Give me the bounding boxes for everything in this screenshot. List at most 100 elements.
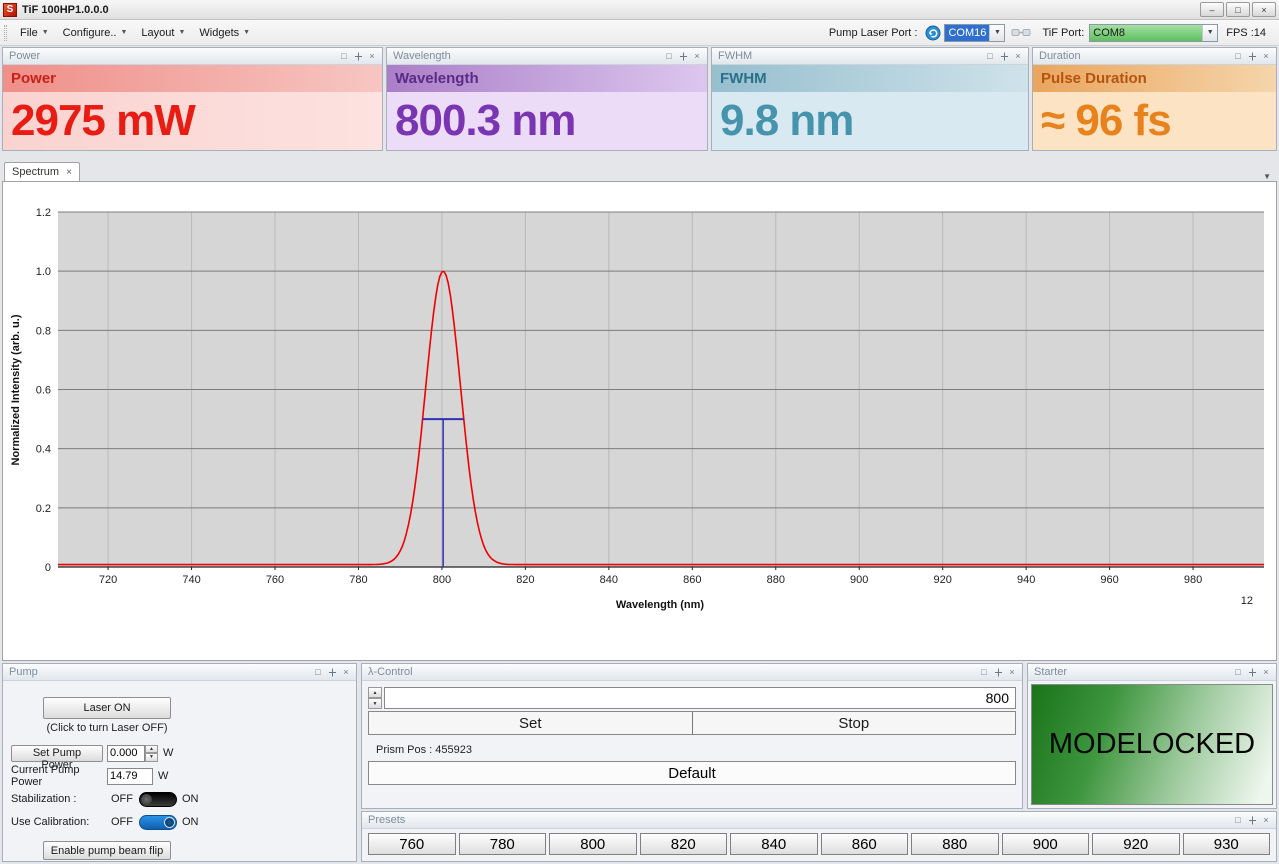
close-icon[interactable]: × [690, 49, 704, 63]
set-button[interactable]: Set [369, 712, 693, 734]
maximize-icon[interactable]: □ [1231, 813, 1245, 827]
power-value: 2975 mW [3, 92, 382, 150]
fwhm-header: FWHM [712, 65, 1028, 92]
menu-layout[interactable]: Layout▼ [134, 24, 192, 42]
close-icon[interactable]: × [365, 49, 379, 63]
minimize-icon[interactable]: – [1200, 2, 1224, 17]
panel-titlebar: Wavelength □ × [387, 48, 707, 65]
svg-text:0.8: 0.8 [36, 325, 51, 337]
default-button[interactable]: Default [368, 761, 1016, 785]
duration-value: ≈ 96 fs [1033, 92, 1276, 150]
close-icon[interactable]: × [1259, 813, 1273, 827]
pin-icon[interactable] [997, 49, 1011, 63]
menu-configure[interactable]: Configure..▼ [56, 24, 135, 42]
close-icon[interactable]: × [1259, 49, 1273, 63]
preset-button[interactable]: 840 [730, 833, 818, 855]
chevron-down-icon[interactable]: ▼ [989, 25, 1004, 41]
preset-button[interactable]: 880 [911, 833, 999, 855]
preset-button[interactable]: 900 [1002, 833, 1090, 855]
tif-port-combo[interactable]: COM8 ▼ [1089, 24, 1218, 42]
chevron-down-icon: ▼ [42, 29, 49, 36]
close-icon[interactable]: × [1259, 665, 1273, 679]
toggle-knob [141, 794, 152, 805]
panel-titlebar: Duration □ × [1033, 48, 1276, 65]
step-up-icon[interactable]: ▲ [145, 745, 158, 754]
step-down-icon[interactable]: ▼ [368, 698, 382, 709]
calibration-toggle[interactable] [139, 815, 177, 830]
panel-title: Presets [368, 814, 1231, 826]
tif-connect-icon[interactable] [1011, 26, 1031, 39]
stabilization-toggle[interactable] [139, 792, 177, 807]
stop-button[interactable]: Stop [693, 712, 1016, 734]
close-icon[interactable]: × [1005, 665, 1019, 679]
app-icon: S [3, 3, 17, 17]
svg-text:0.2: 0.2 [36, 503, 51, 515]
tab-list-dropdown-icon[interactable]: ▼ [1263, 172, 1271, 181]
maximize-icon[interactable]: □ [662, 49, 676, 63]
preset-button[interactable]: 920 [1092, 833, 1180, 855]
panel-title: Starter [1034, 666, 1231, 678]
preset-button[interactable]: 760 [368, 833, 456, 855]
maximize-icon[interactable]: □ [983, 49, 997, 63]
step-down-icon[interactable]: ▼ [145, 753, 158, 762]
tif-port-value: COM8 [1090, 25, 1202, 41]
preset-button[interactable]: 820 [640, 833, 728, 855]
step-up-icon[interactable]: ▲ [368, 687, 382, 698]
set-pump-power-button[interactable]: Set Pump Power [11, 745, 103, 762]
pin-icon[interactable] [1245, 49, 1259, 63]
beam-flip-button[interactable]: Enable pump beam flip [43, 841, 171, 860]
svg-text:760: 760 [266, 574, 284, 586]
tab-spectrum[interactable]: Spectrum × [4, 162, 80, 181]
chevron-down-icon: ▼ [243, 29, 250, 36]
maximize-icon[interactable]: □ [337, 49, 351, 63]
maximize-icon[interactable]: □ [1231, 49, 1245, 63]
pump-laser-connect-icon[interactable] [925, 25, 941, 41]
laser-on-button[interactable]: Laser ON [43, 697, 171, 719]
svg-text:880: 880 [767, 574, 785, 586]
set-pump-power-unit: W [163, 747, 173, 759]
current-pump-power-field[interactable] [107, 768, 153, 785]
chart-corner-label: 12 [1241, 595, 1253, 607]
pin-icon[interactable] [1245, 665, 1259, 679]
fwhm-panel: FWHM □ × FWHM 9.8 nm [711, 47, 1029, 151]
stabilization-label: Stabilization : [11, 793, 107, 805]
wavelength-stepper[interactable]: ▲▼ [368, 687, 382, 709]
preset-button[interactable]: 930 [1183, 833, 1271, 855]
pin-icon[interactable] [325, 665, 339, 679]
maximize-icon[interactable]: □ [977, 665, 991, 679]
preset-button[interactable]: 800 [549, 833, 637, 855]
maximize-icon[interactable]: □ [1231, 665, 1245, 679]
panel-titlebar: Pump □ × [3, 664, 356, 681]
menu-widgets[interactable]: Widgets ▼ [192, 24, 257, 42]
prism-pos-label: Prism Pos : 455923 [376, 744, 1016, 756]
tab-close-icon[interactable]: × [66, 167, 72, 178]
panel-titlebar: Presets □ × [362, 812, 1276, 829]
power-panel: Power □ × Power 2975 mW [2, 47, 383, 151]
set-pump-power-input[interactable] [107, 745, 145, 762]
close-icon[interactable]: × [1011, 49, 1025, 63]
pump-laser-port-combo[interactable]: COM16 ▼ [944, 24, 1005, 42]
close-icon[interactable]: × [339, 665, 353, 679]
chevron-down-icon: ▼ [120, 29, 127, 36]
target-wavelength-input[interactable] [384, 687, 1016, 709]
wavelength-panel: Wavelength □ × Wavelength 800.3 nm [386, 47, 708, 151]
svg-text:860: 860 [683, 574, 701, 586]
svg-text:1.0: 1.0 [36, 266, 51, 278]
chevron-down-icon[interactable]: ▼ [1202, 25, 1217, 41]
close-icon[interactable]: × [1252, 2, 1276, 17]
preset-button[interactable]: 860 [821, 833, 909, 855]
maximize-icon[interactable]: □ [311, 665, 325, 679]
pump-laser-port-value: COM16 [945, 25, 989, 41]
menu-file[interactable]: File▼ [13, 24, 56, 42]
pin-icon[interactable] [351, 49, 365, 63]
pin-icon[interactable] [1245, 813, 1259, 827]
restore-icon[interactable]: □ [1226, 2, 1250, 17]
preset-button[interactable]: 780 [459, 833, 547, 855]
svg-text:900: 900 [850, 574, 868, 586]
menu-widgets-label: Widgets [199, 27, 239, 39]
pin-icon[interactable] [676, 49, 690, 63]
panel-title: Power [9, 50, 337, 62]
modelock-status-badge: MODELOCKED [1031, 684, 1273, 805]
set-pump-power-stepper[interactable]: ▲▼ [107, 745, 158, 762]
pin-icon[interactable] [991, 665, 1005, 679]
